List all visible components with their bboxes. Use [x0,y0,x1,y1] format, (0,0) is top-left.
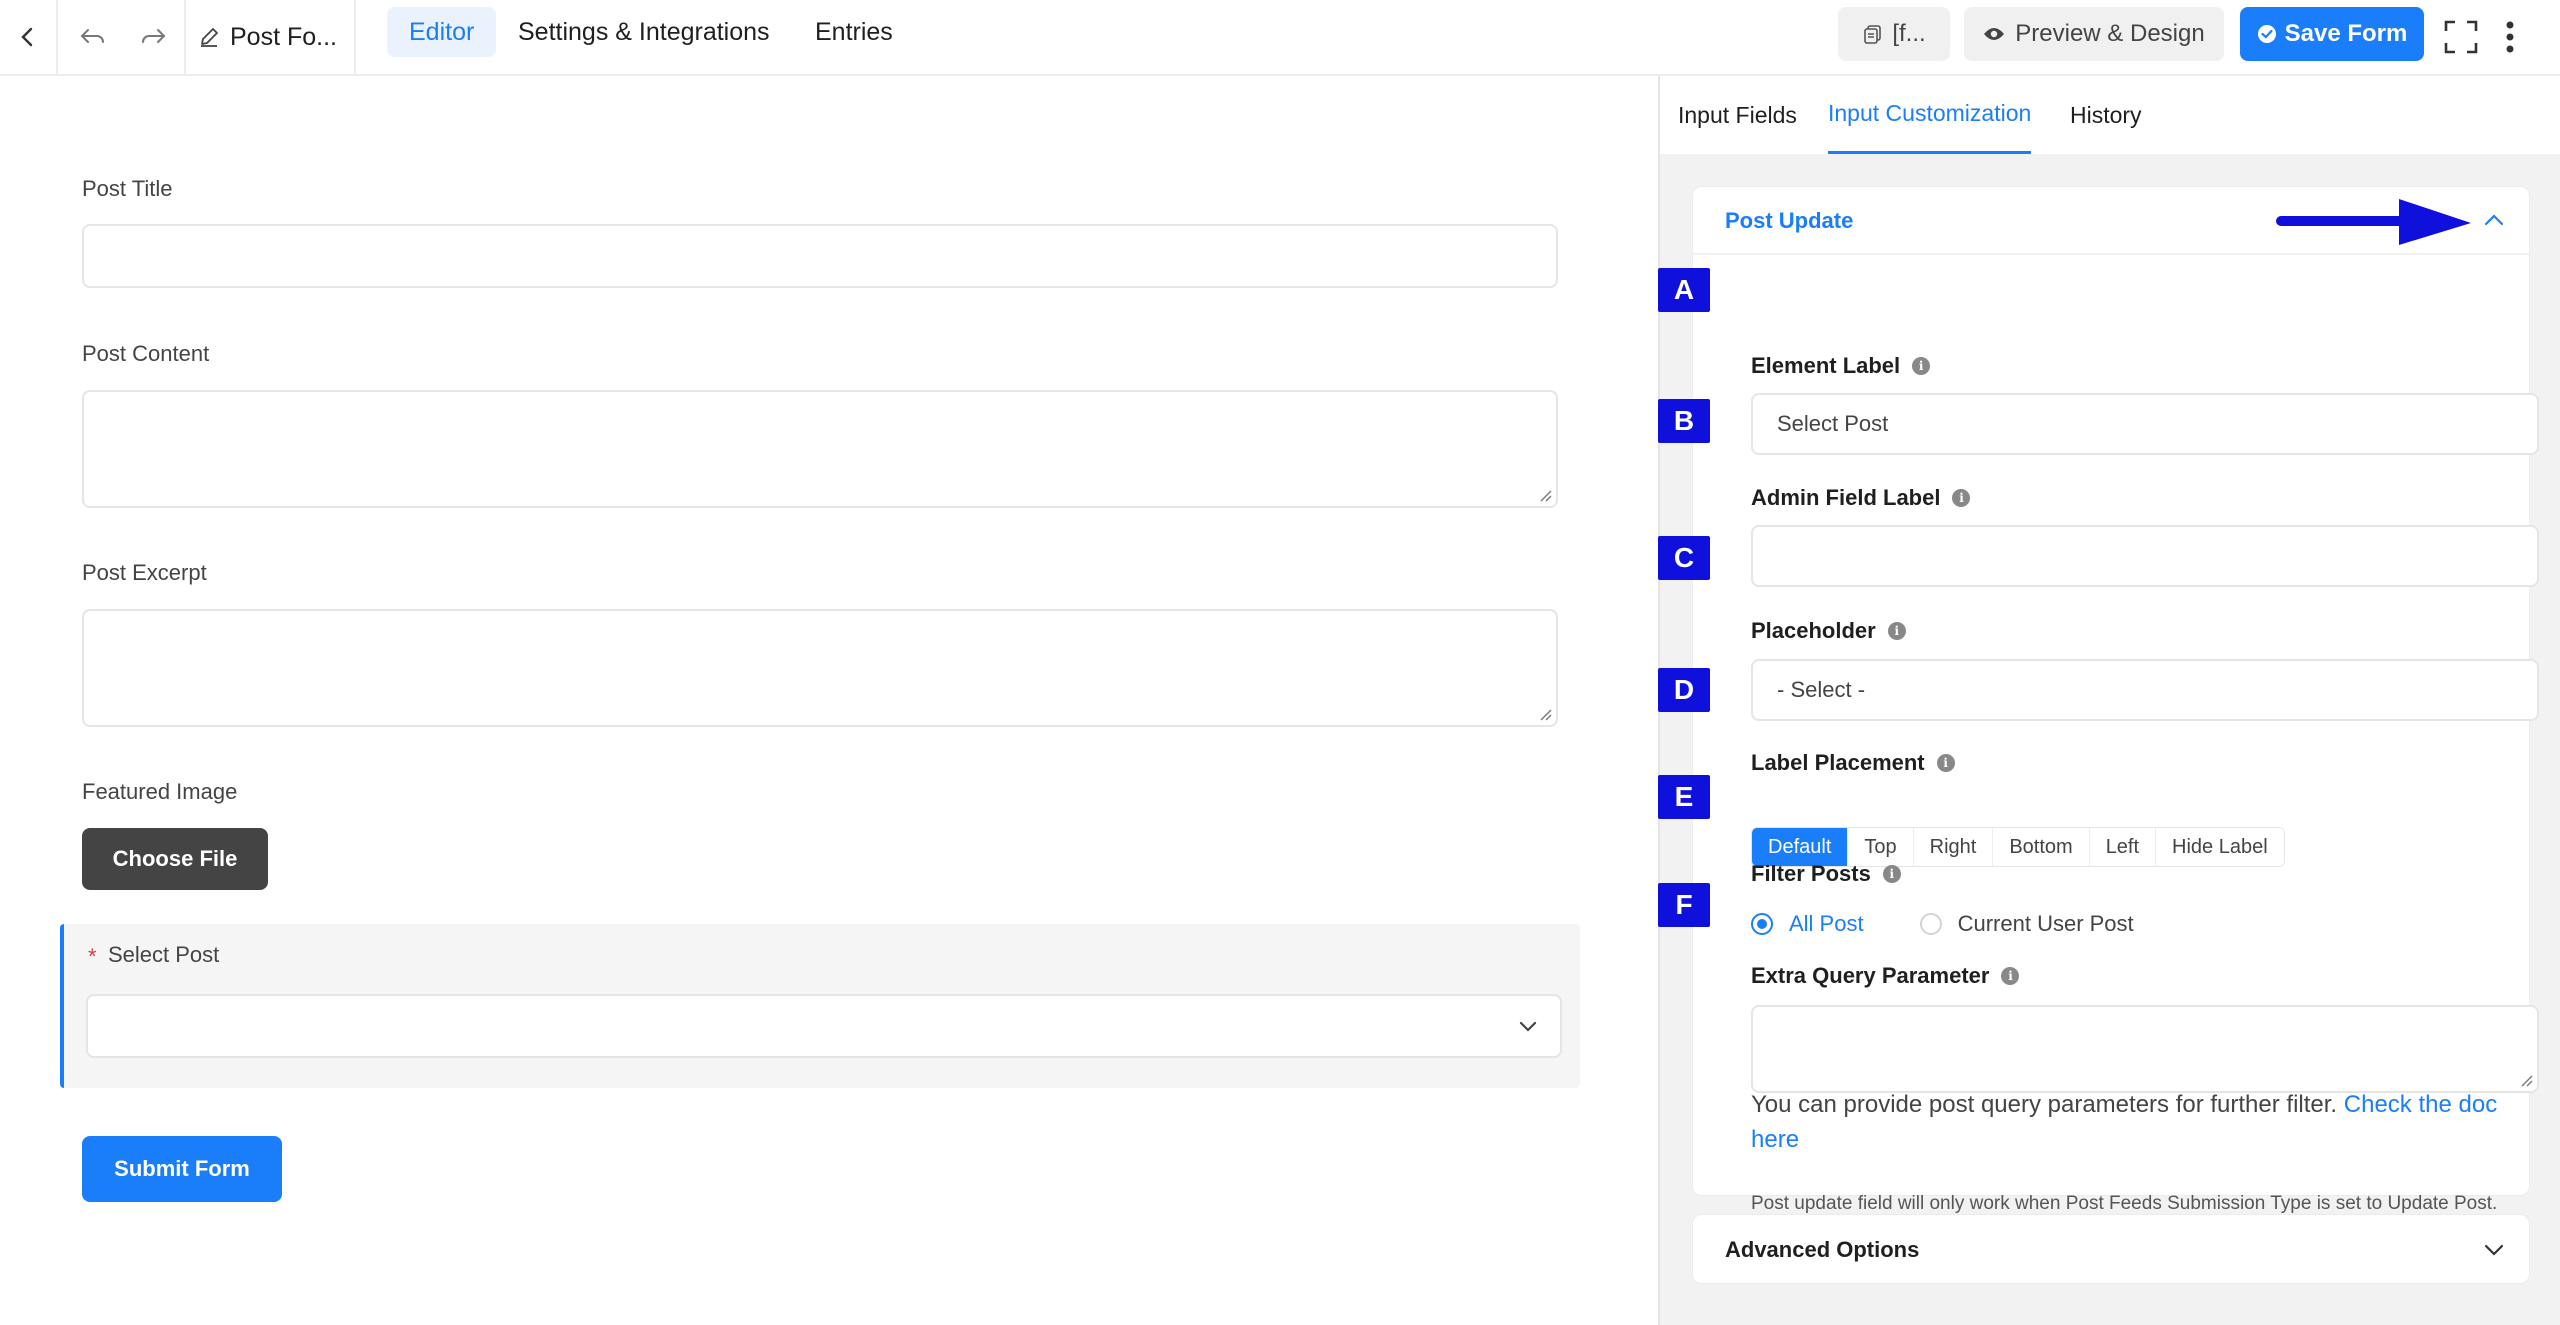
post-excerpt-textarea[interactable] [82,609,1558,727]
element-label-input[interactable]: Select Post [1751,393,2539,455]
tab-entries[interactable]: Entries [793,7,915,57]
chevron-up-icon[interactable] [2483,211,2505,229]
info-icon[interactable]: i [1912,357,1931,375]
placeholder-heading: Placeholder i [1751,618,1906,644]
post-content-textarea[interactable] [82,390,1558,508]
chevron-down-icon [1519,1021,1537,1032]
featured-image-label: Featured Image [82,779,238,804]
marker-d: D [1658,668,1710,712]
submit-form-button[interactable]: Submit Form [82,1136,282,1202]
label-placement-text: Label Placement [1751,750,1925,775]
current-user-post-label[interactable]: Current User Post [1958,911,2134,937]
advanced-options-title: Advanced Options [1725,1237,1920,1262]
extra-query-help-text: You can provide post query parameters fo… [1751,1091,2338,1118]
tab-editor[interactable]: Editor [387,7,497,57]
more-vertical-icon[interactable] [2492,0,2528,74]
info-icon[interactable]: i [1936,754,1955,772]
placement-left[interactable]: Left [2089,828,2157,866]
placeholder-text: Placeholder [1751,618,1876,643]
placeholder-input[interactable]: - Select - [1751,659,2539,721]
pencil-icon [201,28,218,47]
post-title-input[interactable] [82,224,1558,288]
marker-f: F [1658,883,1710,927]
all-post-label[interactable]: All Post [1789,911,1864,937]
shortcode-button[interactable]: [f... [1838,7,1950,61]
radio-all-post[interactable] [1751,913,1773,935]
resize-handle-icon[interactable] [1538,488,1552,502]
admin-field-label-heading: Admin Field Label i [1751,485,1971,511]
arrow-right-icon [2276,199,2471,245]
required-mark: * [88,944,97,969]
extra-query-textarea[interactable] [1751,1005,2539,1093]
form-title[interactable]: Post Fo... [198,0,337,74]
advanced-options-header[interactable]: Advanced Options [1692,1214,2530,1284]
info-icon[interactable]: i [1952,489,1971,507]
select-post-field[interactable]: * Select Post [60,924,1580,1088]
tab-input-fields[interactable]: Input Fields [1678,76,1797,154]
undo-icon[interactable] [66,0,120,74]
label-placement-heading: Label Placement i [1751,750,1955,776]
element-label-text: Element Label [1751,353,1901,378]
post-update-title: Post Update [1725,208,1854,233]
extra-query-text: Extra Query Parameter [1751,963,1990,988]
extra-query-help: You can provide post query parameters fo… [1751,1087,2531,1157]
element-label-heading: Element Label i [1751,353,1931,379]
marker-b: B [1658,399,1710,443]
tab-history[interactable]: History [2070,76,2142,154]
select-post-dropdown[interactable] [86,994,1562,1058]
save-form-button[interactable]: Save Form [2240,7,2424,61]
separator [56,0,58,74]
filter-posts-options: All Post Current User Post [1751,909,2134,939]
radio-current-user-post[interactable] [1919,913,1942,935]
settings-panel: Input Fields Input Customization History… [1658,76,2560,1325]
info-icon[interactable]: i [2001,967,2020,985]
eye-icon [1984,28,2005,40]
check-circle-icon [2257,25,2276,43]
post-update-header[interactable]: Post Update [1693,187,2529,255]
back-icon[interactable] [0,0,56,74]
separator [184,0,186,74]
panel-tabs: Input Fields Input Customization History [1660,76,2560,154]
extra-query-heading: Extra Query Parameter i [1751,963,2020,989]
post-title-label: Post Title [82,176,173,201]
preview-design-button[interactable]: Preview & Design [1964,7,2224,61]
info-icon[interactable]: i [1882,865,1901,883]
admin-field-label-input[interactable] [1751,525,2539,587]
post-excerpt-label: Post Excerpt [82,560,207,585]
select-post-label: Select Post [108,942,220,967]
admin-field-label-text: Admin Field Label [1751,485,1941,510]
post-content-label: Post Content [82,341,210,366]
post-update-card: Post Update Element Label i Select Post … [1692,186,2539,1214]
placement-bottom[interactable]: Bottom [1993,828,2090,866]
save-form-label: Save Form [2284,20,2408,47]
top-bar: Post Fo... Editor Settings & Integration… [0,0,2560,76]
marker-e: E [1658,775,1710,819]
resize-handle-icon[interactable] [2519,1073,2533,1087]
choose-file-button[interactable]: Choose File [82,828,268,890]
tab-settings-integrations[interactable]: Settings & Integrations [496,7,792,57]
redo-icon[interactable] [126,0,180,74]
marker-a: A [1658,268,1710,312]
placement-hide-label[interactable]: Hide Label [2156,828,2284,866]
preview-design-label: Preview & Design [2015,20,2205,47]
marker-c: C [1658,536,1710,580]
chevron-down-icon [2484,1244,2504,1256]
info-icon[interactable]: i [1887,622,1906,640]
shortcode-label: [f... [1892,20,1926,47]
form-title-text: Post Fo... [230,22,337,51]
form-canvas: Post Title Post Content Post Excerpt Fea… [0,76,1658,1325]
fullscreen-icon[interactable] [2438,0,2484,74]
filter-posts-heading: Filter Posts i [1751,861,1901,887]
resize-handle-icon[interactable] [1538,707,1552,721]
separator [354,0,356,74]
copy-icon [1864,25,1882,44]
tab-input-customization[interactable]: Input Customization [1828,76,2032,154]
filter-posts-text: Filter Posts [1751,861,1871,886]
placement-right[interactable]: Right [1913,828,1994,866]
